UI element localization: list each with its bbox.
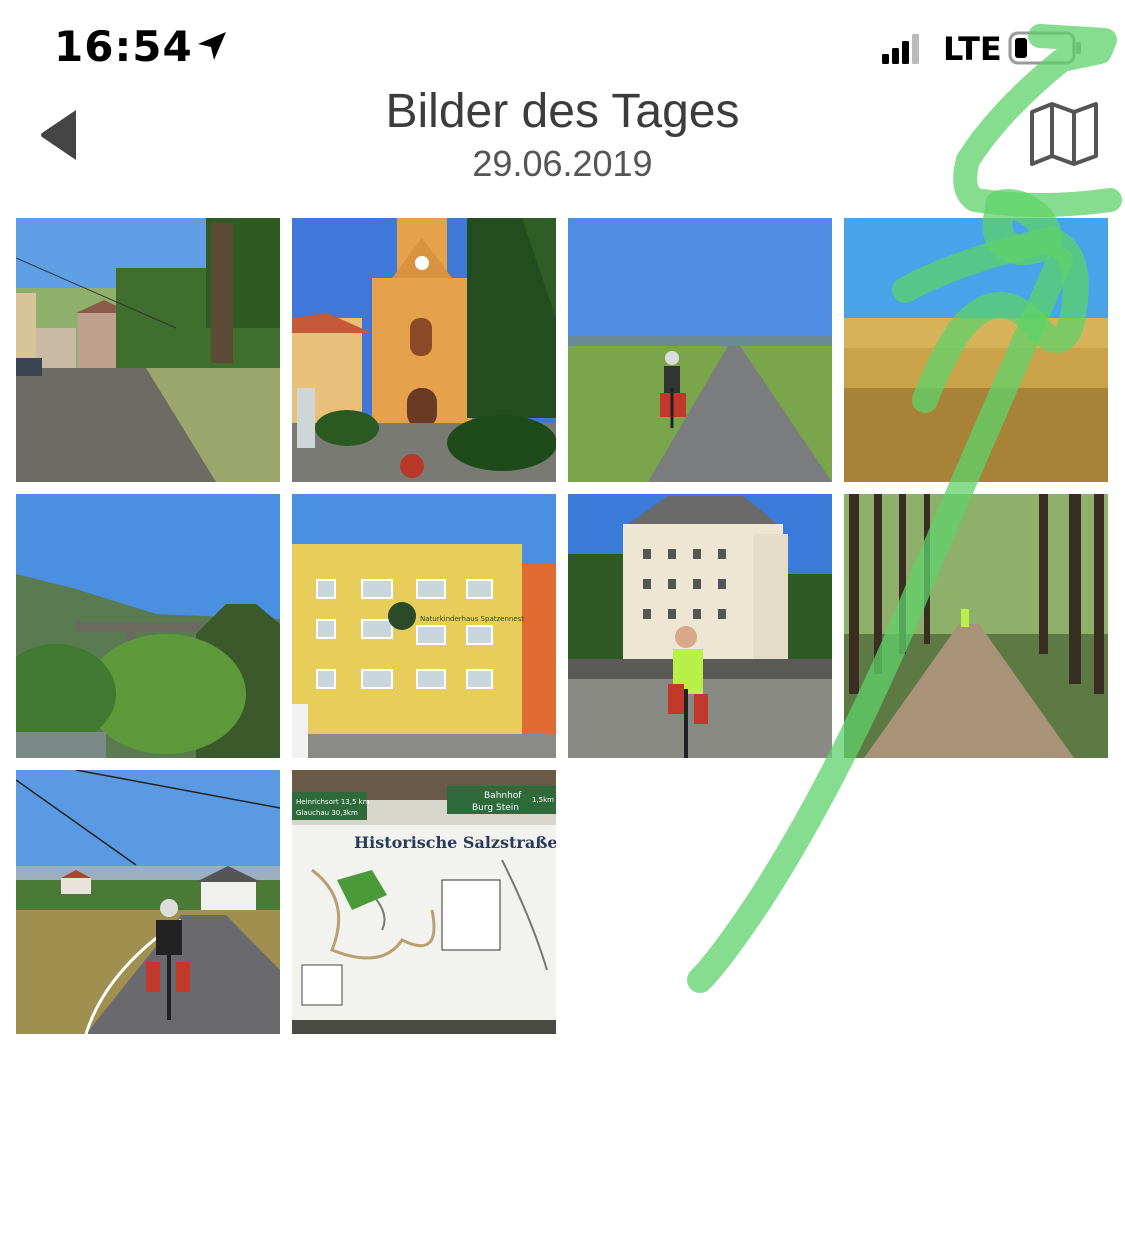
page-title: Bilder des Tages — [385, 85, 740, 138]
photo-thumbnail[interactable]: Heinrichsort 13,5 km Glauchau 30,3km Bah… — [292, 770, 556, 1034]
network-type: LTE — [943, 30, 1002, 68]
photo-thumbnail[interactable] — [844, 218, 1108, 482]
photo-thumbnail[interactable] — [568, 218, 832, 482]
yellow-building-image: Naturkinderhaus Spatzennest — [292, 494, 556, 758]
sign-left-1: Heinrichsort 13,5 km — [296, 798, 370, 806]
castle-cyclist-image — [568, 494, 832, 758]
map-icon[interactable] — [1028, 100, 1100, 168]
church-tower-image — [292, 218, 556, 482]
photo-thumbnail[interactable] — [16, 494, 280, 758]
cyclist-rural-road-image — [568, 218, 832, 482]
cyclist-hill-road-image — [16, 770, 280, 1034]
photo-thumbnail[interactable] — [568, 494, 832, 758]
building-sign-text: Naturkinderhaus Spatzennest — [420, 615, 524, 623]
photo-thumbnail[interactable] — [844, 494, 1108, 758]
photo-thumbnail[interactable]: Naturkinderhaus Spatzennest — [292, 494, 556, 758]
signal-bars-icon — [882, 34, 919, 64]
clock: 16:54 — [54, 22, 193, 71]
sign-left-2: Glauchau 30,3km — [296, 809, 358, 817]
wheat-field-image — [844, 218, 1108, 482]
status-bar: 16:54 LTE — [0, 0, 1125, 90]
sign-right-1: Bahnhof — [484, 791, 522, 801]
forest-path-image — [844, 494, 1108, 758]
photo-thumbnail[interactable] — [292, 218, 556, 482]
photo-thumbnail[interactable] — [16, 218, 280, 482]
sign-right-2: Burg Stein — [472, 803, 519, 813]
photo-thumbnail[interactable] — [16, 770, 280, 1034]
location-arrow-icon — [198, 32, 226, 60]
sign-title: Historische Salzstraße — [354, 833, 556, 852]
village-road-image — [16, 218, 280, 482]
page-date: 29.06.2019 — [472, 143, 653, 184]
battery-icon — [1008, 31, 1081, 65]
viaduct-valley-image — [16, 494, 280, 758]
salt-route-sign-image: Heinrichsort 13,5 km Glauchau 30,3km Bah… — [292, 770, 556, 1034]
sign-right-km: 1,5km — [532, 796, 554, 804]
